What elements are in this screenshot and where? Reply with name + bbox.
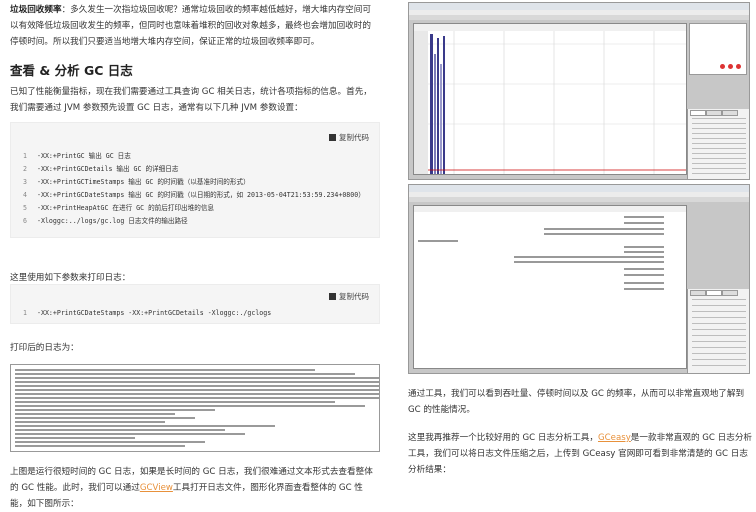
code-block-print-params: 复制代码 1 -XX:+PrintGCDateStamps -XX:+PrintG…: [10, 284, 380, 324]
intro-text: ：多久发生一次指垃圾回收呢？通常垃圾回收的频率越低越好，增大堆内存空间可以有效降…: [10, 5, 371, 47]
paragraph-gcview: 上图是运行很短时间的 GC 日志，如果是长时间的 GC 日志，我们很难通过文本形…: [10, 467, 373, 509]
gc-log-screenshot: [10, 364, 380, 452]
section-heading: 查看 & 分析 GC 日志: [10, 63, 133, 78]
code-block-jvm-params: 复制代码 1 -XX:+PrintGC 输出 GC 日志 2 -XX:+PrintG…: [10, 122, 380, 238]
gcview-link[interactable]: GCView: [140, 483, 173, 493]
code-line: 1 -XX:+PrintGC 输出 GC 日志: [23, 152, 131, 160]
code-line: 3 -XX:+PrintGCTimeStamps 输出 GC 的时间戳（以基准时间…: [23, 178, 250, 186]
code-line: 6 -Xloggc:../logs/gc.log 日志文件的输出路径: [23, 217, 188, 225]
gcviewer-chart-area: [413, 23, 687, 175]
code-line: 4 -XX:+PrintGCDateStamps 输出 GC 的时间戳（以日期的形…: [23, 191, 365, 199]
copy-code-button[interactable]: 复制代码: [329, 291, 369, 302]
gcviewer-pause-panel: [687, 289, 749, 373]
gcviewer-summary-panel: [687, 109, 749, 179]
paragraph-tool-summary: 通过工具，我们可以看到吞吐量、停顿时间以及 GC 的频率，从而可以非常直观地了解…: [408, 389, 745, 415]
intro-paragraph: 垃圾回收频率：多久发生一次指垃圾回收呢？通常垃圾回收的频率越低越好，增大堆内存空…: [10, 2, 378, 50]
right-column: 通过工具，我们可以看到吞吐量、停顿时间以及 GC 的频率，从而可以非常直观地了解…: [394, 0, 756, 509]
code-line: 1 -XX:+PrintGCDateStamps -XX:+PrintGCDeta…: [23, 309, 272, 317]
gc-chart-graphic: [414, 24, 686, 174]
code-line: 2 -XX:+PrintGCDetails 输出 GC 的详细日志: [23, 165, 179, 173]
paragraph-gceasy: 这里我再推荐一个比较好用的 GC 日志分析工具，GCeasy是一款非常直观的 G…: [408, 433, 753, 475]
gc-event-table-graphic: [414, 206, 686, 290]
code-line: 5 -XX:+PrintHeapAtGC 在进行 GC 的前后打印出堆的信息: [23, 204, 215, 212]
copy-code-button[interactable]: 复制代码: [329, 132, 369, 143]
left-column: 垃圾回收频率：多久发生一次指垃圾回收呢？通常垃圾回收的频率越低越好，增大堆内存空…: [0, 0, 386, 509]
paragraph-gc-params: 已知了性能衡量指标，现在我们需要通过工具查询 GC 相关日志，统计各项指标的信息…: [10, 87, 372, 113]
gcviewer-event-details-area: [413, 205, 687, 369]
paragraph-log-output: 打印后的日志为：: [10, 343, 79, 353]
gcviewer-screenshot-chart: [408, 2, 750, 180]
intro-label: 垃圾回收频率: [10, 5, 62, 15]
gceasy-link[interactable]: GCeasy: [598, 433, 631, 443]
gcviewer-screenshot-event-details: [408, 184, 750, 374]
